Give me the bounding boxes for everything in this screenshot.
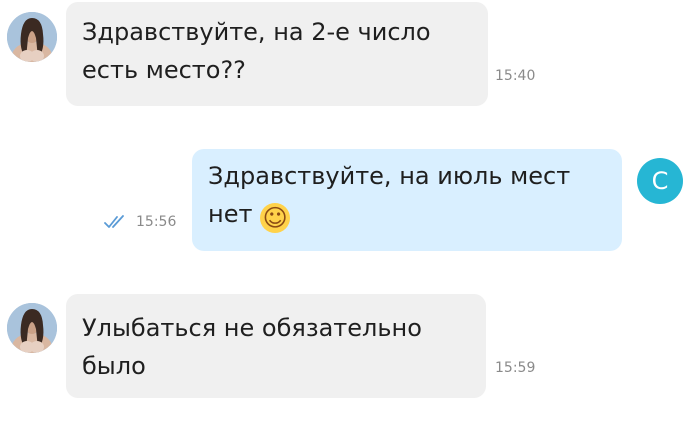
smiling-face-emoji-icon: ☺ [260, 203, 291, 233]
sender-avatar[interactable] [7, 303, 57, 353]
user-photo-icon [7, 303, 57, 353]
message-text: Улыбаться не обязательно было [82, 314, 422, 380]
user-photo-icon [7, 12, 57, 62]
message-bubble-incoming[interactable]: Улыбаться не обязательно было 15:59 [66, 294, 535, 398]
sender-avatar[interactable] [7, 12, 57, 62]
message-text: Здравствуйте, на 2-е число есть место?? [82, 18, 431, 84]
message-text: Здравствуйте, на июль мест нет ☺ [208, 157, 570, 233]
message-time: 15:40 [495, 68, 536, 84]
message-bubble-incoming[interactable]: Здравствуйте, на 2-е число есть место?? … [66, 2, 535, 106]
message-bubble-outgoing[interactable]: Здравствуйте, на июль мест нет ☺ [192, 149, 622, 251]
contact-avatar[interactable]: C [637, 158, 683, 204]
message-time: 15:59 [495, 360, 536, 376]
message-time: 15:56 [136, 214, 177, 230]
double-check-icon [104, 215, 124, 228]
